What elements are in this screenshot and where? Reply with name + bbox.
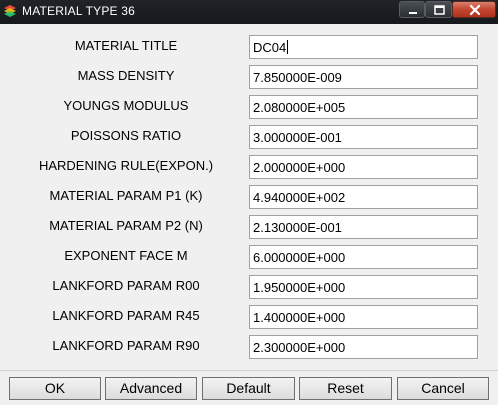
field-row-hardening-rule: HARDENING RULE(EXPON.) 2.000000E+000 [0, 155, 498, 179]
lankford-r90-input[interactable]: 2.300000E+000 [249, 335, 478, 359]
field-label: MATERIAL TITLE [74, 38, 178, 53]
field-row-lankford-r45: LANKFORD PARAM R45 1.400000E+000 [0, 305, 498, 329]
material-param-p2-input[interactable]: 2.130000E-001 [249, 215, 478, 239]
close-button[interactable] [452, 1, 496, 18]
field-label: EXPONENT FACE M [64, 248, 188, 263]
field-row-youngs-modulus: YOUNGS MODULUS 2.080000E+005 [0, 95, 498, 119]
window-title: MATERIAL TYPE 36 [22, 4, 136, 18]
material-title-input[interactable]: DC04 [249, 35, 478, 59]
lankford-r00-input[interactable]: 1.950000E+000 [249, 275, 478, 299]
field-row-lankford-r00: LANKFORD PARAM R00 1.950000E+000 [0, 275, 498, 299]
minimize-button[interactable] [399, 1, 425, 18]
field-row-mass-density: MASS DENSITY 7.850000E-009 [0, 65, 498, 89]
field-label: LANKFORD PARAM R45 [52, 308, 200, 323]
minimize-icon [409, 12, 417, 14]
text-caret [287, 40, 289, 54]
field-row-exponent-face-m: EXPONENT FACE M 6.000000E+000 [0, 245, 498, 269]
default-button[interactable]: Default [202, 377, 295, 400]
field-label: YOUNGS MODULUS [63, 98, 189, 113]
field-row-lankford-r90: LANKFORD PARAM R90 2.300000E+000 [0, 335, 498, 359]
field-label: MASS DENSITY [77, 68, 175, 83]
field-row-material-param-p2: MATERIAL PARAM P2 (N) 2.130000E-001 [0, 215, 498, 239]
field-row-material-param-p1: MATERIAL PARAM P1 (K) 4.940000E+002 [0, 185, 498, 209]
hardening-rule-input[interactable]: 2.000000E+000 [249, 155, 478, 179]
field-row-material-title: MATERIAL TITLE DC04 [0, 35, 498, 59]
exponent-face-m-input[interactable]: 6.000000E+000 [249, 245, 478, 269]
maximize-icon [434, 5, 445, 15]
ok-button[interactable]: OK [9, 377, 101, 400]
lankford-r45-input[interactable]: 1.400000E+000 [249, 305, 478, 329]
advanced-button[interactable]: Advanced [105, 377, 197, 400]
field-label: MATERIAL PARAM P2 (N) [49, 218, 203, 233]
button-bar: OK Advanced Default Reset Cancel [0, 370, 498, 405]
field-label: LANKFORD PARAM R90 [52, 338, 200, 353]
field-row-poissons-ratio: POISSONS RATIO 3.000000E-001 [0, 125, 498, 149]
mass-density-input[interactable]: 7.850000E-009 [249, 65, 478, 89]
cancel-button[interactable]: Cancel [397, 377, 489, 400]
poissons-ratio-input[interactable]: 3.000000E-001 [249, 125, 478, 149]
maximize-button[interactable] [425, 1, 452, 18]
material-param-p1-input[interactable]: 4.940000E+002 [249, 185, 478, 209]
field-label: MATERIAL PARAM P1 (K) [49, 188, 203, 203]
app-logo-icon [3, 5, 17, 19]
field-label: HARDENING RULE(EXPON.) [38, 158, 214, 173]
close-icon [469, 4, 481, 16]
youngs-modulus-input[interactable]: 2.080000E+005 [249, 95, 478, 119]
title-bar[interactable]: MATERIAL TYPE 36 [0, 0, 498, 24]
reset-button[interactable]: Reset [299, 377, 392, 400]
field-label: POISSONS RATIO [70, 128, 182, 143]
material-dialog: MATERIAL TYPE 36 MATERIAL TITLE DC04 MAS… [0, 0, 498, 404]
field-label: LANKFORD PARAM R00 [52, 278, 200, 293]
